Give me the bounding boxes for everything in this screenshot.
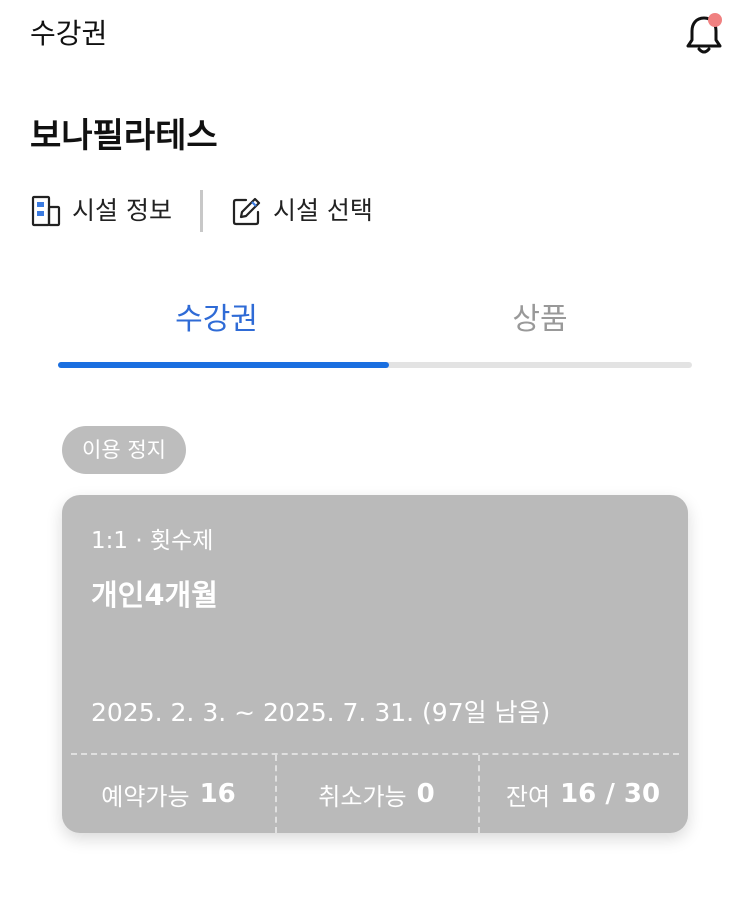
stat-value: 16 <box>199 779 236 809</box>
action-divider <box>199 190 203 232</box>
ticket-period: 2025. 2. 3. ~ 2025. 7. 31. (97일 남음) <box>91 698 551 727</box>
facility-name: 보나필라테스 <box>30 116 218 156</box>
facility-select-link[interactable]: 시설 선택 <box>231 188 373 234</box>
ticket-stats: 예약가능 16 취소가능 0 잔여 16 / 30 <box>62 755 688 833</box>
page-title: 수강권 <box>30 17 108 50</box>
tab-products[interactable]: 상품 <box>388 290 692 350</box>
tab-bar: 수강권 상품 <box>58 290 692 370</box>
ticket-type: 1:1 · 횟수제 <box>91 528 214 554</box>
ticket-card[interactable]: 1:1 · 횟수제 개인4개월 2025. 2. 3. ~ 2025. 7. 3… <box>62 495 688 833</box>
stat-value: 0 <box>416 779 435 809</box>
building-icon <box>30 195 62 227</box>
notification-badge <box>708 13 722 27</box>
tab-active-indicator <box>58 362 389 368</box>
status-badge: 이용 정지 <box>62 426 186 474</box>
facility-actions: 시설 정보 시설 선택 <box>30 188 373 234</box>
facility-info-label: 시설 정보 <box>72 196 172 225</box>
stat-label: 잔여 <box>505 782 551 811</box>
stat-value: 16 / 30 <box>560 779 661 809</box>
facility-select-label: 시설 선택 <box>272 196 373 225</box>
ticket-name: 개인4개월 <box>91 578 218 612</box>
edit-icon <box>231 195 263 227</box>
stat-remaining: 잔여 16 / 30 <box>478 755 688 833</box>
stat-bookable: 예약가능 16 <box>62 755 275 833</box>
app-header: 수강권 <box>0 0 750 70</box>
stat-label: 예약가능 <box>101 782 190 811</box>
tab-tickets[interactable]: 수강권 <box>58 290 375 350</box>
facility-info-link[interactable]: 시설 정보 <box>30 188 172 234</box>
notification-button[interactable] <box>680 10 728 58</box>
ticket-page: 수강권 보나필라테스 시설 정보 시설 선택 수강권 상품 이용 정지 1:1 … <box>0 0 750 909</box>
stat-label: 취소가능 <box>318 782 407 811</box>
stat-cancelable: 취소가능 0 <box>275 755 478 833</box>
